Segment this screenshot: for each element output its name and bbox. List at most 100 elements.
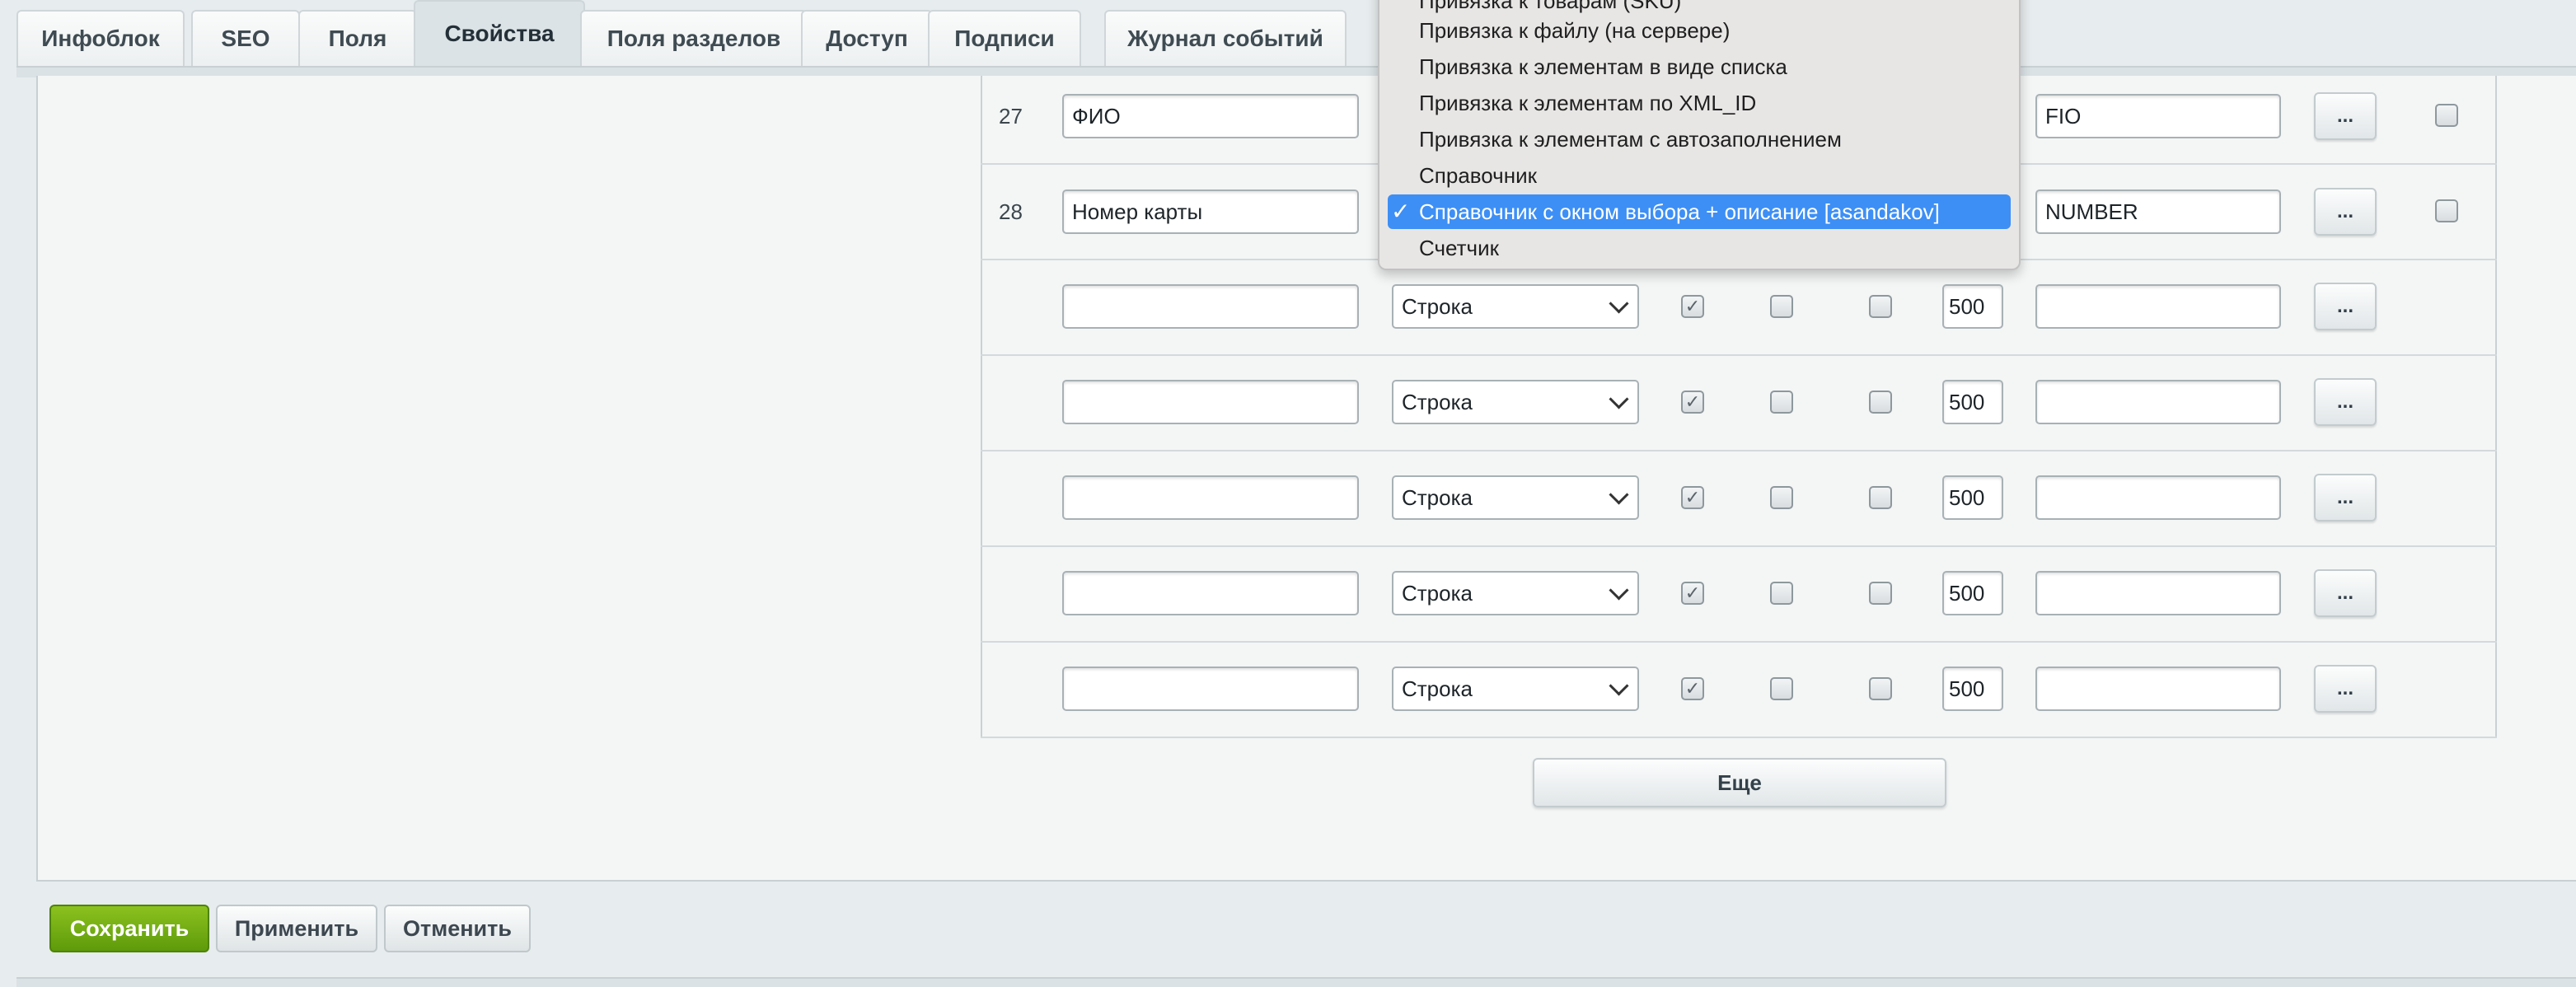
chevron-down-icon [1609, 388, 1629, 409]
active-checkbox[interactable]: ✓ [1681, 391, 1704, 414]
apply-button[interactable]: Применить [216, 905, 377, 952]
property-type-dropdown[interactable]: Привязка к товарам (SKU) Привязка к файл… [1378, 0, 2021, 270]
tab-label: SEO [221, 26, 270, 51]
required-checkbox[interactable] [1869, 582, 1892, 605]
property-settings-button[interactable]: ... [2314, 569, 2377, 617]
tab-infoblock[interactable]: Инфоблок [16, 10, 185, 66]
property-code-input[interactable] [2035, 475, 2281, 520]
tab-label: Доступ [826, 26, 908, 51]
active-checkbox[interactable]: ✓ [1681, 486, 1704, 509]
tab-label: Подписи [954, 26, 1055, 51]
active-checkbox[interactable]: ✓ [1681, 295, 1704, 318]
tab-captions[interactable]: Подписи [928, 10, 1081, 66]
dropdown-option[interactable]: Привязка к элементам по XML_ID [1388, 86, 2011, 120]
multiple-checkbox[interactable] [1770, 295, 1793, 318]
property-code-input[interactable] [2035, 667, 2281, 711]
delete-checkbox[interactable] [2435, 104, 2458, 127]
select-value: Строка [1402, 293, 1473, 319]
property-name-input[interactable] [1062, 380, 1359, 424]
option-label: Привязка к файлу (на сервере) [1419, 17, 1731, 43]
tab-label: Журнал событий [1127, 26, 1323, 51]
property-code-input[interactable] [2035, 189, 2281, 234]
option-label: Привязка к элементам по XML_ID [1419, 90, 1757, 115]
select-value: Строка [1402, 389, 1473, 414]
cancel-button[interactable]: Отменить [384, 905, 531, 952]
tab-label: Свойства [444, 21, 555, 46]
tab-label: Поля [328, 26, 387, 51]
sort-input[interactable] [1942, 667, 2003, 711]
dropdown-option[interactable]: Привязка к файлу (на сервере) [1388, 13, 2011, 48]
property-settings-button[interactable]: ... [2314, 474, 2377, 522]
save-button[interactable]: Сохранить [49, 905, 209, 952]
property-type-select[interactable]: Строка [1392, 667, 1639, 711]
dropdown-option-selected[interactable]: ✓ Справочник с окном выбора + описание [… [1388, 194, 2011, 229]
sort-input[interactable] [1942, 475, 2003, 520]
tab-label: Инфоблок [41, 26, 160, 51]
more-button[interactable]: Еще [1533, 758, 1946, 807]
property-name-input[interactable] [1062, 667, 1359, 711]
property-type-select[interactable]: Строка [1392, 571, 1639, 615]
active-checkbox[interactable]: ✓ [1681, 677, 1704, 700]
checkmark-icon: ✓ [1391, 199, 1411, 224]
required-checkbox[interactable] [1869, 391, 1892, 414]
property-code-input[interactable] [2035, 284, 2281, 329]
multiple-checkbox[interactable] [1770, 486, 1793, 509]
delete-checkbox[interactable] [2435, 199, 2458, 222]
required-checkbox[interactable] [1869, 486, 1892, 509]
tab-properties[interactable]: Свойства [414, 0, 585, 66]
tab-section-fields[interactable]: Поля разделов [580, 10, 808, 66]
property-type-select[interactable]: Строка [1392, 380, 1639, 424]
property-name-input[interactable] [1062, 571, 1359, 615]
property-code-input[interactable] [2035, 94, 2281, 138]
sort-input[interactable] [1942, 380, 2003, 424]
dropdown-option[interactable]: Счетчик [1388, 231, 2011, 265]
property-settings-button[interactable]: ... [2314, 283, 2377, 330]
property-settings-button[interactable]: ... [2314, 92, 2377, 140]
checkmark-icon: ✓ [1684, 678, 1701, 699]
multiple-checkbox[interactable] [1770, 391, 1793, 414]
row-number: 27 [999, 104, 1023, 129]
multiple-checkbox[interactable] [1770, 582, 1793, 605]
tab-event-log[interactable]: Журнал событий [1104, 10, 1347, 66]
tab-fields[interactable]: Поля [298, 10, 417, 66]
row-number: 28 [999, 199, 1023, 224]
select-value: Строка [1402, 676, 1473, 701]
property-name-input[interactable] [1062, 284, 1359, 329]
chevron-down-icon [1609, 579, 1629, 601]
option-label: Привязка к элементам с автозаполнением [1419, 126, 1842, 152]
property-code-input[interactable] [2035, 571, 2281, 615]
option-label: Счетчик [1419, 235, 1499, 260]
chevron-down-icon [1609, 675, 1629, 696]
checkmark-icon: ✓ [1684, 296, 1701, 316]
tab-seo[interactable]: SEO [191, 10, 300, 66]
tab-label: Поля разделов [607, 26, 781, 51]
dropdown-option[interactable]: Привязка к элементам в виде списка [1388, 49, 2011, 84]
active-checkbox[interactable]: ✓ [1681, 582, 1704, 605]
property-type-select[interactable]: Строка [1392, 475, 1639, 520]
dropdown-option[interactable]: Справочник [1388, 158, 2011, 193]
property-type-select[interactable]: Строка [1392, 284, 1639, 329]
checkmark-icon: ✓ [1684, 582, 1701, 603]
multiple-checkbox[interactable] [1770, 677, 1793, 700]
property-settings-button[interactable]: ... [2314, 665, 2377, 713]
dropdown-option[interactable]: Привязка к элементам с автозаполнением [1388, 122, 2011, 157]
sort-input[interactable] [1942, 284, 2003, 329]
property-name-input[interactable] [1062, 189, 1359, 234]
property-code-input[interactable] [2035, 380, 2281, 424]
option-label: Справочник с окном выбора + описание [as… [1419, 199, 1940, 224]
checkmark-icon: ✓ [1684, 487, 1701, 508]
required-checkbox[interactable] [1869, 295, 1892, 318]
required-checkbox[interactable] [1869, 677, 1892, 700]
property-settings-button[interactable]: ... [2314, 378, 2377, 426]
select-value: Строка [1402, 484, 1473, 510]
chevron-down-icon [1609, 292, 1629, 314]
chevron-down-icon [1609, 484, 1629, 505]
property-name-input[interactable] [1062, 475, 1359, 520]
property-name-input[interactable] [1062, 94, 1359, 138]
checkmark-icon: ✓ [1684, 391, 1701, 412]
property-settings-button[interactable]: ... [2314, 188, 2377, 236]
select-value: Строка [1402, 580, 1473, 606]
sort-input[interactable] [1942, 571, 2003, 615]
footer-divider [16, 977, 2576, 987]
tab-access[interactable]: Доступ [801, 10, 933, 66]
